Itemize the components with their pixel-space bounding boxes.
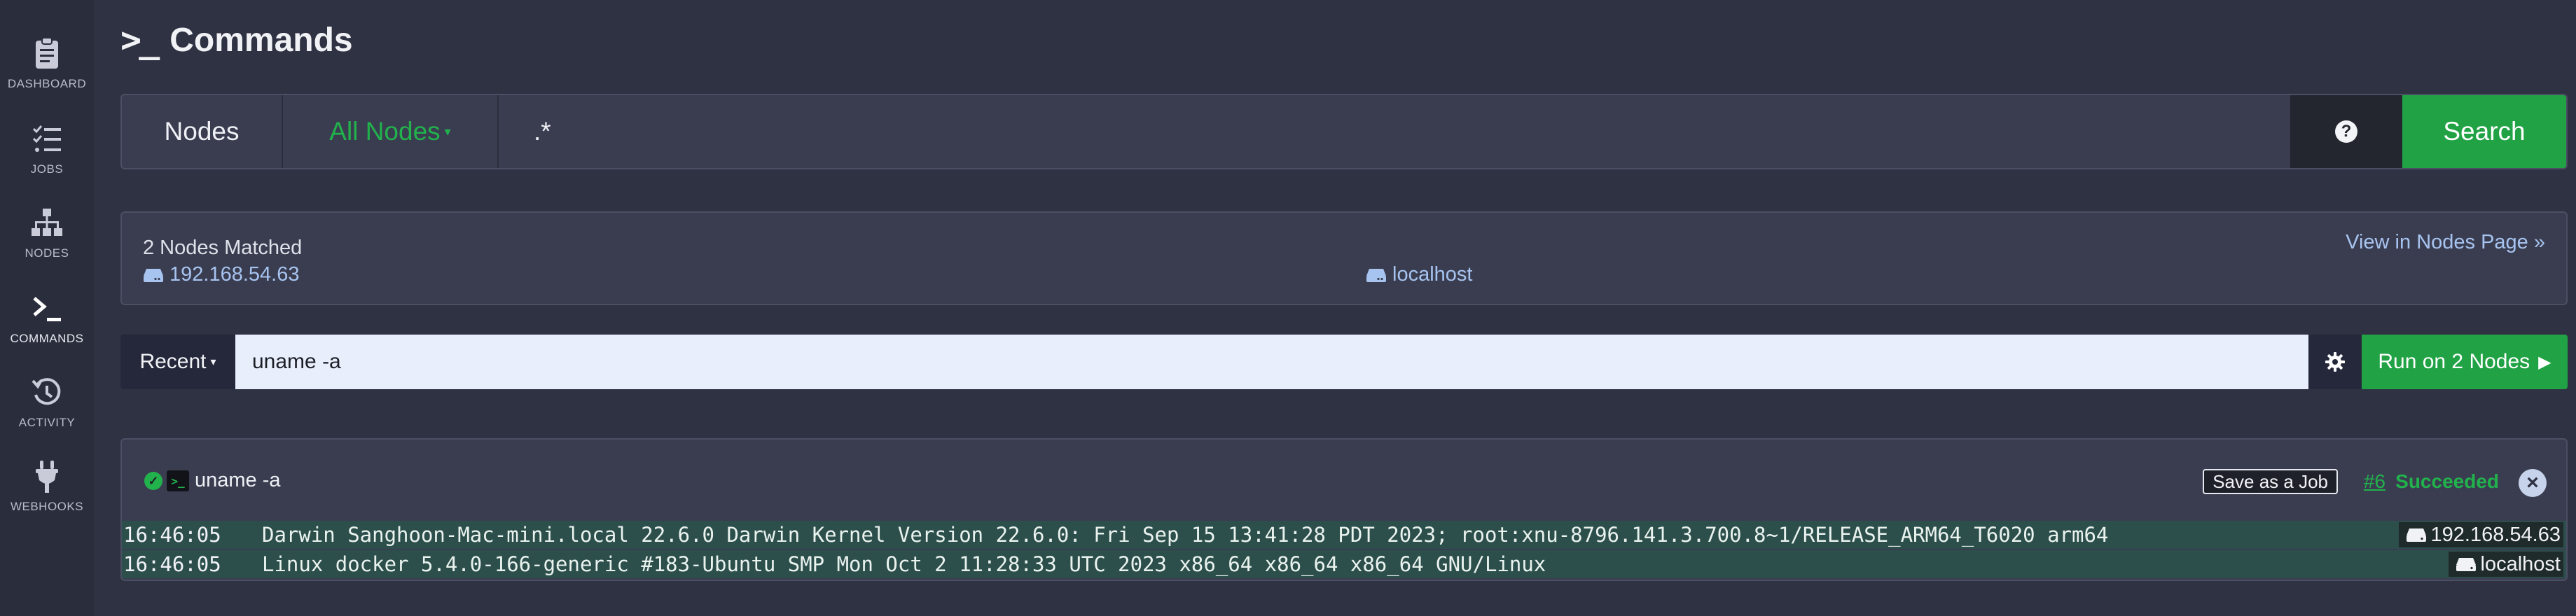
- output-command: uname -a: [195, 469, 281, 491]
- node-filter-dropdown[interactable]: All Nodes ▾: [283, 95, 499, 168]
- matched-nodes-panel: 2 Nodes Matched View in Nodes Page » 192…: [120, 211, 2568, 305]
- output-timestamp: 16:46:05: [123, 523, 221, 547]
- filter-help-button[interactable]: ?: [2290, 95, 2402, 168]
- view-in-nodes-link[interactable]: View in Nodes Page »: [2346, 231, 2545, 254]
- gear-icon: [2325, 352, 2345, 372]
- search-button[interactable]: Search: [2402, 95, 2566, 168]
- command-row: Recent ▾ Run on 2 Nodes ▶: [120, 335, 2568, 389]
- nav-activity[interactable]: ACTIVITY: [0, 375, 94, 452]
- terminal-icon: [33, 297, 61, 321]
- nav-commands[interactable]: COMMANDS: [0, 291, 94, 368]
- page-title-text: Commands: [169, 21, 353, 59]
- matched-node[interactable]: 192.168.54.63: [143, 263, 299, 286]
- caret-down-icon: ▾: [210, 356, 216, 368]
- caret-down-icon: ▾: [444, 124, 451, 139]
- clipboard-icon: [36, 37, 58, 69]
- output-node-badge[interactable]: 192.168.54.63: [2398, 522, 2563, 547]
- nav-dashboard-label: DASHBOARD: [7, 77, 87, 90]
- output-header: ✓ >_ uname -a Save as a Job #6 Succeeded…: [122, 440, 2566, 521]
- run-button-label: Run on 2 Nodes: [2378, 350, 2530, 373]
- nav-dashboard[interactable]: DASHBOARD: [0, 36, 94, 113]
- question-circle-icon: ?: [2335, 120, 2357, 143]
- page-title: >_ Commands: [120, 15, 353, 64]
- node-filter-bar: Nodes All Nodes ▾ ? Search: [120, 94, 2568, 169]
- output-line: 16:46:05 Darwin Sanghoon-Mac-mini.local …: [122, 521, 2566, 549]
- output-line: 16:46:05 Linux docker 5.4.0-166-generic …: [122, 550, 2566, 578]
- nav-webhooks-label: WEBHOOKS: [10, 500, 84, 513]
- nodes-label: Nodes: [122, 95, 283, 168]
- settings-button[interactable]: [2308, 335, 2362, 389]
- command-input[interactable]: [235, 335, 2308, 389]
- nav-nodes[interactable]: NODES: [0, 206, 94, 283]
- execution-link[interactable]: #6: [2364, 470, 2385, 493]
- command-output-panel: ✓ >_ uname -a Save as a Job #6 Succeeded…: [120, 438, 2568, 581]
- close-icon[interactable]: ×: [2519, 469, 2547, 497]
- output-text: Linux docker 5.4.0-166-generic #183-Ubun…: [262, 552, 1546, 576]
- output-text: Darwin Sanghoon-Mac-mini.local 22.6.0 Da…: [262, 523, 2109, 547]
- output-node-name: 192.168.54.63: [2430, 523, 2561, 546]
- plug-icon: [36, 461, 58, 493]
- matched-count: 2 Nodes Matched: [143, 237, 303, 259]
- node-filter-dropdown-label: All Nodes: [329, 117, 441, 146]
- output-timestamp: 16:46:05: [123, 552, 221, 576]
- server-icon: [144, 268, 163, 282]
- recent-dropdown[interactable]: Recent ▾: [120, 335, 235, 389]
- nav-jobs[interactable]: JOBS: [0, 122, 94, 199]
- nav-nodes-label: NODES: [25, 246, 69, 260]
- nav-activity-label: ACTIVITY: [18, 416, 76, 429]
- play-icon: ▶: [2538, 352, 2551, 372]
- checklist-icon: [32, 125, 61, 152]
- sitemap-icon: [32, 209, 62, 236]
- history-icon: [32, 378, 61, 405]
- matched-node-name: 192.168.54.63: [169, 263, 300, 286]
- server-icon: [2406, 528, 2426, 542]
- save-as-job-button[interactable]: Save as a Job: [2203, 469, 2338, 494]
- output-node-badge[interactable]: localhost: [2448, 552, 2563, 577]
- server-icon: [1366, 268, 1386, 282]
- nav-jobs-label: JOBS: [30, 162, 64, 176]
- node-filter-input[interactable]: [499, 95, 2402, 168]
- nav-webhooks[interactable]: WEBHOOKS: [0, 459, 94, 536]
- matched-node-name: localhost: [1392, 263, 1473, 286]
- terminal-icon: >_: [120, 20, 160, 60]
- check-circle-icon: ✓: [144, 472, 162, 490]
- terminal-icon: >_: [167, 470, 189, 491]
- server-icon: [2456, 558, 2476, 571]
- sidebar: DASHBOARD JOBS NODES COMMANDS ACTIVITY W…: [0, 0, 94, 616]
- recent-dropdown-label: Recent: [139, 350, 207, 373]
- output-node-name: localhost: [2480, 552, 2561, 575]
- run-button[interactable]: Run on 2 Nodes ▶: [2362, 335, 2568, 389]
- nav-commands-label: COMMANDS: [10, 332, 84, 345]
- matched-node[interactable]: localhost: [1366, 263, 1472, 286]
- status-badge: Succeeded: [2395, 470, 2499, 492]
